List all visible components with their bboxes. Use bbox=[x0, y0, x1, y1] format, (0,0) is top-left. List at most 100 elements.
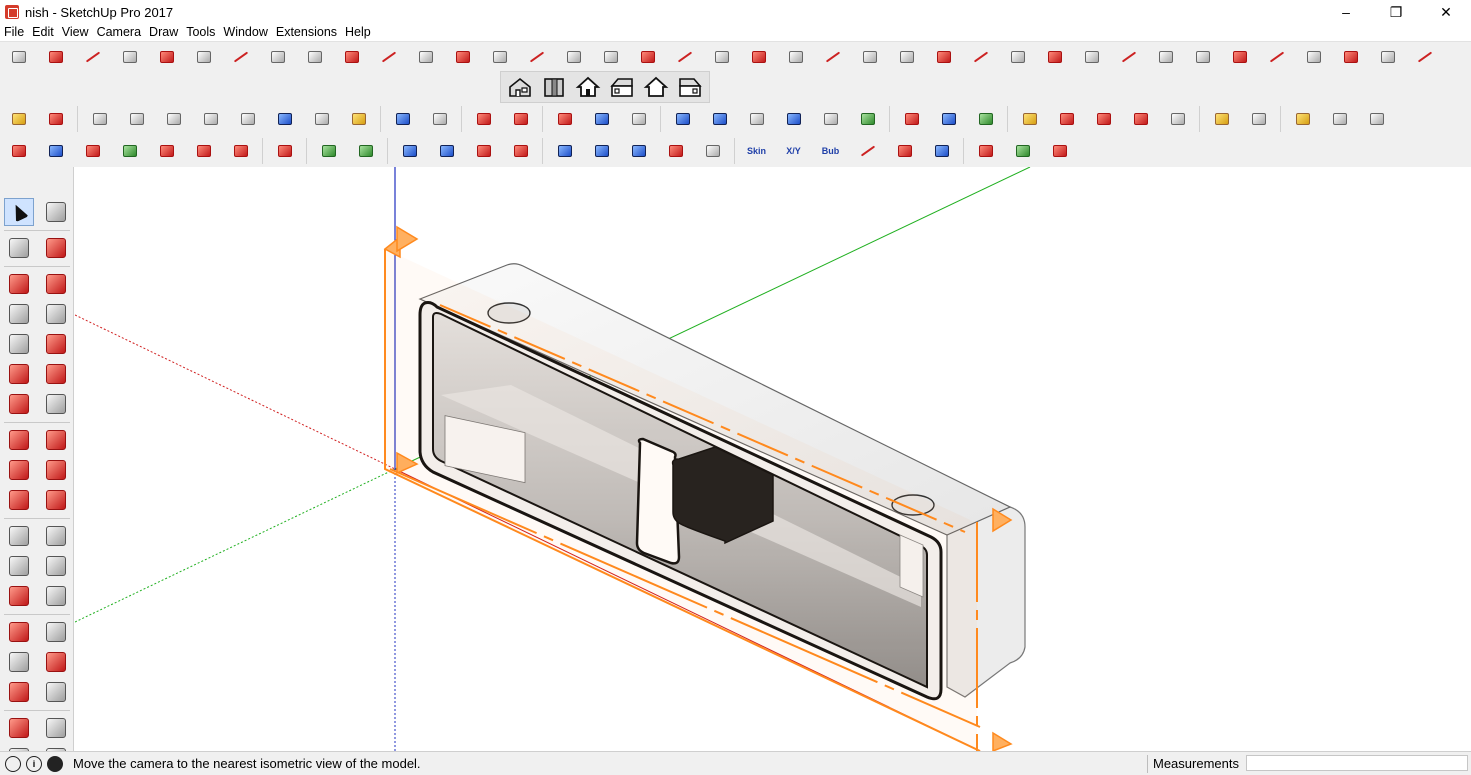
tool-shape-5-button[interactable] bbox=[818, 107, 844, 131]
tool-shape-4-button[interactable] bbox=[781, 107, 807, 131]
draw-tool-25-button[interactable] bbox=[894, 45, 920, 69]
user-icon[interactable] bbox=[47, 755, 63, 772]
draw-tool-38-button[interactable] bbox=[1375, 45, 1401, 69]
freehand-tool-button[interactable] bbox=[41, 270, 71, 298]
zoom-window-tool-button[interactable] bbox=[41, 648, 71, 676]
front-view-button[interactable] bbox=[573, 73, 603, 101]
draw-tool-23-button[interactable] bbox=[820, 45, 846, 69]
tool-circle-1-button[interactable] bbox=[124, 107, 150, 131]
rotate-tool-button[interactable] bbox=[4, 456, 34, 484]
scale-tool-button[interactable] bbox=[4, 486, 34, 514]
rotated-rectangle-tool-button[interactable] bbox=[41, 300, 71, 328]
tool-axis-8-button[interactable] bbox=[663, 139, 689, 163]
tool-shape-2-button[interactable] bbox=[707, 107, 733, 131]
draw-tool-39-button[interactable] bbox=[1412, 45, 1438, 69]
tool-lathe-button[interactable] bbox=[427, 107, 453, 131]
draw-tool-15-button[interactable] bbox=[524, 45, 550, 69]
draw-tool-6-button[interactable] bbox=[191, 45, 217, 69]
paint-bucket-tool-button[interactable] bbox=[4, 234, 34, 262]
draw-tool-21-button[interactable] bbox=[746, 45, 772, 69]
menu-file[interactable]: File bbox=[0, 24, 28, 40]
tool-book-button[interactable] bbox=[272, 139, 298, 163]
draw-tool-16-button[interactable] bbox=[561, 45, 587, 69]
top-view-button[interactable] bbox=[539, 73, 569, 101]
orbit-tool-button[interactable] bbox=[4, 618, 34, 646]
dimension-tool-button[interactable] bbox=[41, 522, 71, 550]
line-tool-button[interactable] bbox=[4, 270, 34, 298]
zoom-tool-button[interactable] bbox=[4, 648, 34, 676]
three-point-arc-tool-button[interactable] bbox=[41, 390, 71, 418]
two-point-arc-tool-button[interactable] bbox=[4, 390, 34, 418]
pie-tool-button[interactable] bbox=[41, 360, 71, 388]
tool-ext-c-button[interactable] bbox=[1047, 139, 1073, 163]
back-view-button[interactable] bbox=[641, 73, 671, 101]
drawing-canvas[interactable] bbox=[75, 167, 1471, 751]
tool-shape-3-button[interactable] bbox=[744, 107, 770, 131]
menu-tools[interactable]: Tools bbox=[182, 24, 219, 40]
tool-axis-1-button[interactable] bbox=[397, 139, 423, 163]
tool-circle-2-button[interactable] bbox=[161, 107, 187, 131]
position-camera-tool-button[interactable] bbox=[4, 714, 34, 742]
menu-window[interactable]: Window bbox=[219, 24, 271, 40]
draw-tool-20-button[interactable] bbox=[709, 45, 735, 69]
tool-axis-3-button[interactable] bbox=[471, 139, 497, 163]
tool-ext-b-button[interactable] bbox=[1010, 139, 1036, 163]
draw-tool-11-button[interactable] bbox=[376, 45, 402, 69]
zoom-extents-tool-button[interactable] bbox=[4, 678, 34, 706]
draw-tool-5-button[interactable] bbox=[154, 45, 180, 69]
axes-tool-button[interactable] bbox=[4, 582, 34, 610]
rectangle-tool-button[interactable] bbox=[4, 300, 34, 328]
tool-ext-2-button[interactable] bbox=[936, 107, 962, 131]
tool-axis-6-button[interactable] bbox=[589, 139, 615, 163]
tool-shape-6-button[interactable] bbox=[855, 107, 881, 131]
info-icon[interactable]: i bbox=[26, 755, 42, 772]
draw-tool-19-button[interactable] bbox=[672, 45, 698, 69]
move-tool-button[interactable] bbox=[4, 426, 34, 454]
tool-paint-button[interactable] bbox=[6, 107, 32, 131]
tool-follow-button[interactable] bbox=[346, 107, 372, 131]
maximize-button[interactable]: ❐ bbox=[1371, 0, 1421, 24]
draw-tool-26-button[interactable] bbox=[931, 45, 957, 69]
draw-tool-30-button[interactable] bbox=[1079, 45, 1105, 69]
circle-tool-button[interactable] bbox=[4, 330, 34, 358]
eraser-tool-button[interactable] bbox=[41, 234, 71, 262]
tool-ext-3-button[interactable] bbox=[973, 107, 999, 131]
draw-tool-9-button[interactable] bbox=[302, 45, 328, 69]
geolocation-icon[interactable] bbox=[5, 755, 21, 772]
push-pull-tool-button[interactable] bbox=[41, 426, 71, 454]
draw-tool-33-button[interactable] bbox=[1190, 45, 1216, 69]
draw-tool-3-button[interactable] bbox=[80, 45, 106, 69]
text-tool-button[interactable] bbox=[41, 552, 71, 580]
pan-tool-button[interactable] bbox=[41, 618, 71, 646]
tool-shape-1-button[interactable] bbox=[670, 107, 696, 131]
draw-tool-4-button[interactable] bbox=[117, 45, 143, 69]
draw-tool-35-button[interactable] bbox=[1264, 45, 1290, 69]
tool-arc-a-button[interactable] bbox=[272, 107, 298, 131]
draw-tool-29-button[interactable] bbox=[1042, 45, 1068, 69]
tool-push-4-button[interactable] bbox=[117, 139, 143, 163]
draw-tool-17-button[interactable] bbox=[598, 45, 624, 69]
menu-help[interactable]: Help bbox=[341, 24, 375, 40]
draw-tool-18-button[interactable] bbox=[635, 45, 661, 69]
tool-offset-button[interactable] bbox=[87, 107, 113, 131]
tool-push-7-button[interactable] bbox=[228, 139, 254, 163]
tool-push-5-button[interactable] bbox=[154, 139, 180, 163]
tool-ext-6-button[interactable] bbox=[1091, 107, 1117, 131]
tape-measure-tool-button[interactable] bbox=[4, 522, 34, 550]
look-around-tool-button[interactable] bbox=[41, 714, 71, 742]
tool-push-3-button[interactable] bbox=[80, 139, 106, 163]
menu-extensions[interactable]: Extensions bbox=[272, 24, 341, 40]
component-tool-button[interactable] bbox=[41, 198, 71, 226]
draw-tool-13-button[interactable] bbox=[450, 45, 476, 69]
polygon-tool-button[interactable] bbox=[41, 330, 71, 358]
tool-play-button[interactable] bbox=[855, 139, 881, 163]
tool-cube-3-button[interactable] bbox=[1364, 107, 1390, 131]
tool-axis-2-button[interactable] bbox=[434, 139, 460, 163]
tool-bub-button[interactable]: Bub bbox=[818, 139, 844, 163]
draw-tool-28-button[interactable] bbox=[1005, 45, 1031, 69]
tool-cube-2-button[interactable] bbox=[1327, 107, 1353, 131]
measurements-input[interactable] bbox=[1246, 755, 1468, 771]
menu-view[interactable]: View bbox=[58, 24, 93, 40]
section-grip-bottom[interactable] bbox=[992, 731, 1013, 751]
tool-pencil-button[interactable] bbox=[43, 107, 69, 131]
